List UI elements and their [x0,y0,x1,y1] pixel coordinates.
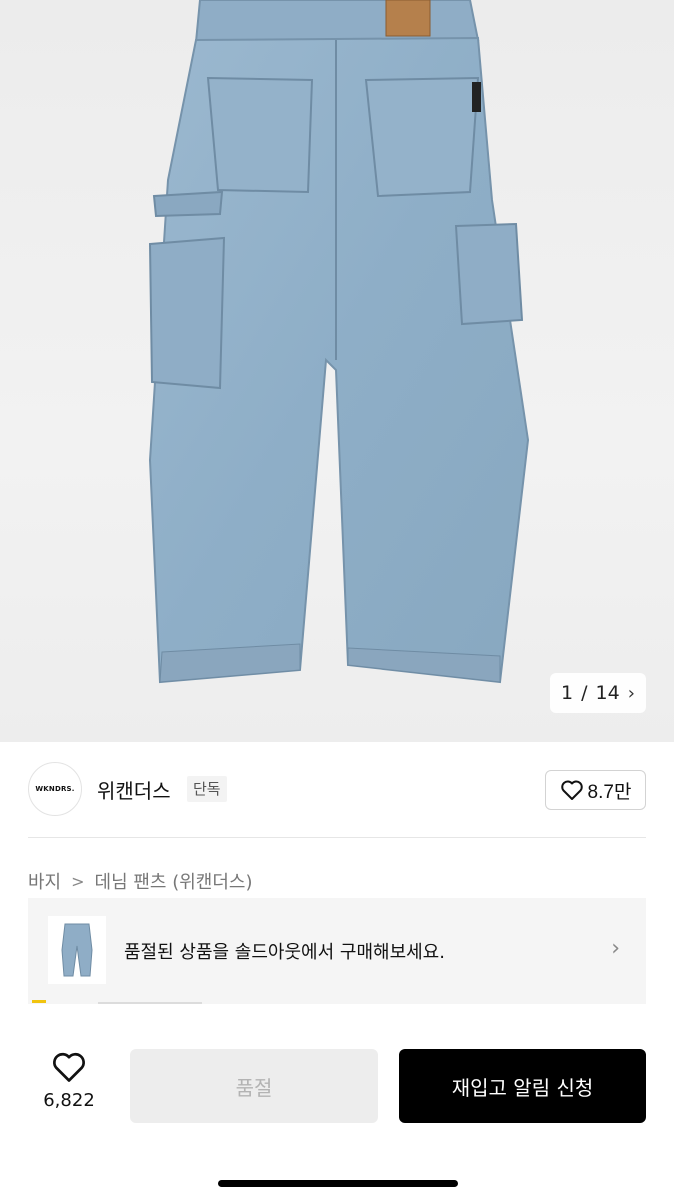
breadcrumb-separator: > [71,871,85,891]
rating-star-peek [32,1000,46,1006]
wishlist-count: 6,822 [43,1090,95,1111]
divider [28,837,646,838]
brand-like-button[interactable]: 8.7만 [545,770,646,810]
soldout-button: 품절 [130,1049,378,1123]
breadcrumb-item-denim[interactable]: 데님 팬츠 (위캔더스) [95,868,253,894]
image-counter[interactable]: 1 / 14 › [550,673,646,713]
product-image[interactable]: 1 / 14 › [0,0,674,742]
scroll-hint-line [98,1002,202,1004]
exclusive-badge: 단독 [187,776,227,802]
wishlist-button[interactable]: 6,822 [36,1050,102,1111]
chevron-right-icon[interactable]: › [628,683,635,704]
chevron-right-icon: › [611,936,620,961]
heart-icon [560,780,583,800]
bottom-action-bar: 6,822 품절 재입고 알림 신청 [0,1026,674,1200]
image-counter-separator: / [581,682,588,704]
jeans-thumbnail-icon [61,923,93,977]
breadcrumb: 바지 > 데님 팬츠 (위캔더스) [28,868,253,894]
brand-logo-text: WKNDRS. [35,785,75,793]
breadcrumb-item-pants[interactable]: 바지 [28,868,61,894]
soldout-banner-text: 품절된 상품을 솔드아웃에서 구매해보세요. [124,942,445,963]
brand-name[interactable]: 위캔더스 [97,775,171,804]
image-counter-total: 14 [595,682,620,704]
jeans-illustration [148,0,530,684]
restock-alert-button[interactable]: 재입고 알림 신청 [399,1049,646,1123]
home-indicator [218,1180,458,1187]
brand-like-count: 8.7만 [587,781,632,803]
banner-thumbnail [48,916,106,984]
brand-row: WKNDRS. 위캔더스 단독 8.7만 [0,742,674,838]
brand-logo[interactable]: WKNDRS. [28,762,82,816]
soldout-banner[interactable]: 품절된 상품을 솔드아웃에서 구매해보세요. › [28,898,646,1004]
heart-icon [53,1052,85,1082]
image-counter-current: 1 [561,682,574,704]
